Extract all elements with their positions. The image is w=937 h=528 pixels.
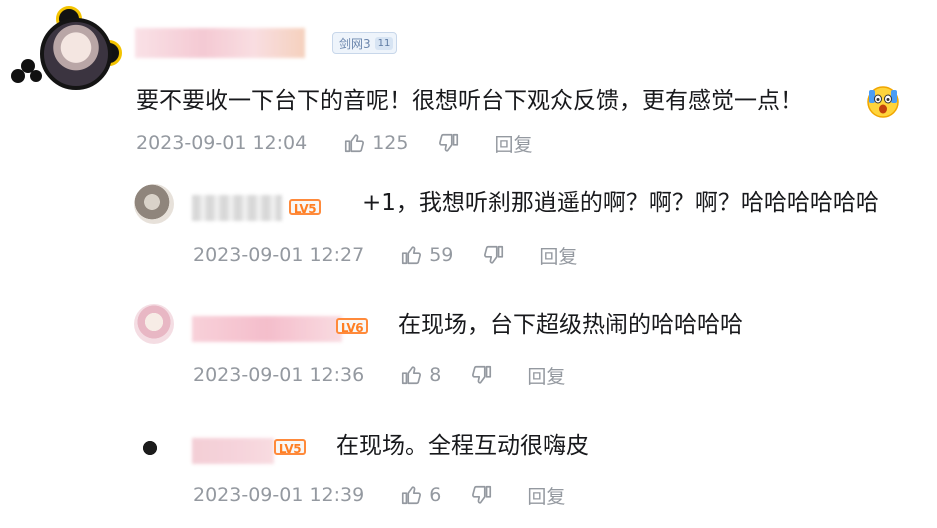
reply-avatar[interactable] xyxy=(134,184,174,224)
reply-button[interactable]: 回复 xyxy=(539,242,577,269)
comment-time: 2023-09-01 12:04 xyxy=(136,132,308,154)
reply-button[interactable]: 回复 xyxy=(527,362,565,389)
main-comment-meta: 2023-09-01 12:04 125 回复 xyxy=(136,128,533,158)
dislike-button[interactable] xyxy=(471,484,493,506)
like-count: 6 xyxy=(429,484,442,506)
thumbs-down-icon xyxy=(472,485,492,504)
level-badge: LV6 xyxy=(336,318,368,335)
comment-time: 2023-09-01 12:27 xyxy=(193,244,365,266)
like-count: 59 xyxy=(429,244,454,266)
dislike-button[interactable] xyxy=(483,244,505,266)
reply-button[interactable]: 回复 xyxy=(527,482,565,509)
like-button[interactable]: 59 xyxy=(400,244,453,266)
like-count: 8 xyxy=(429,364,442,386)
main-comment-text: 要不要收一下台下的音呢！很想听台下观众反馈，更有感觉一点！ xyxy=(136,88,803,114)
fan-medal-label: 剑网3 xyxy=(339,36,371,51)
thumbs-up-icon xyxy=(402,486,422,505)
reply-text: 在现场。全程互动很嗨皮 xyxy=(336,433,589,459)
fan-medal-badge[interactable]: 剑网3 11 xyxy=(332,32,398,54)
reply-text: 在现场，台下超级热闹的哈哈哈哈 xyxy=(398,312,743,338)
comment-time: 2023-09-01 12:39 xyxy=(193,484,365,506)
thumbs-up-icon xyxy=(402,246,422,265)
fan-medal-level: 11 xyxy=(374,36,394,50)
reply-avatar[interactable] xyxy=(134,428,174,468)
reply-username-blurred[interactable] xyxy=(192,438,274,464)
level-badge: LV5 xyxy=(274,439,306,456)
avatar xyxy=(40,18,112,90)
thumbs-down-icon xyxy=(484,245,504,264)
main-comment-username-blurred[interactable] xyxy=(135,28,305,58)
thumbs-up-icon xyxy=(402,366,422,385)
reply-meta: 2023-09-01 12:39 6 回复 xyxy=(193,480,565,510)
reply-button[interactable]: 回复 xyxy=(494,130,532,157)
shocked-face-emoji-icon xyxy=(867,86,899,118)
comment-time: 2023-09-01 12:36 xyxy=(193,364,365,386)
thumbs-down-icon xyxy=(472,365,492,384)
level-badge: LV5 xyxy=(289,199,321,216)
like-count: 125 xyxy=(372,132,409,154)
reply-username-blurred[interactable] xyxy=(192,195,282,221)
reply-username-blurred[interactable] xyxy=(192,316,342,342)
reply-meta: 2023-09-01 12:36 8 回复 xyxy=(193,360,565,390)
reply-meta: 2023-09-01 12:27 59 回复 xyxy=(193,240,577,270)
main-comment-avatar[interactable] xyxy=(10,6,128,92)
dislike-button[interactable] xyxy=(438,132,460,154)
reply-avatar[interactable] xyxy=(134,304,174,344)
dislike-button[interactable] xyxy=(471,364,493,386)
like-button[interactable]: 6 xyxy=(400,484,441,506)
avatar-frame-paw-icon xyxy=(11,59,42,83)
reply-text: +1，我想听刹那逍遥的啊？啊？啊？哈哈哈哈哈哈 xyxy=(362,190,879,216)
like-button[interactable]: 8 xyxy=(400,364,441,386)
like-button[interactable]: 125 xyxy=(343,132,408,154)
thumbs-down-icon xyxy=(439,133,459,152)
thumbs-up-icon xyxy=(345,134,365,153)
